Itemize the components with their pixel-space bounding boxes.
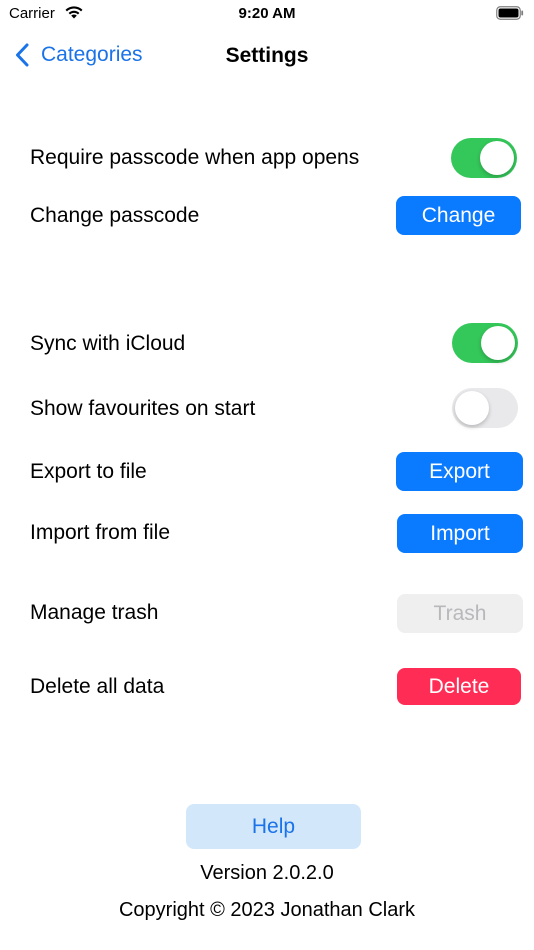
manage-trash-label: Manage trash <box>30 601 159 624</box>
export-button[interactable]: Export <box>396 452 523 491</box>
trash-button[interactable]: Trash <box>397 594 523 633</box>
toggle-knob <box>481 326 515 360</box>
page-title: Settings <box>225 44 309 67</box>
show-favourites-toggle[interactable] <box>452 388 518 428</box>
require-passcode-row: Require passcode when app opens <box>30 136 524 180</box>
toggle-knob <box>455 391 489 425</box>
copyright-label: Copyright © 2023 Jonathan Clark <box>118 899 415 921</box>
change-passcode-label: Change passcode <box>30 204 200 227</box>
show-favourites-row: Show favourites on start <box>30 387 524 431</box>
battery-full-icon <box>496 6 524 20</box>
sync-icloud-toggle[interactable] <box>452 323 518 363</box>
change-passcode-button[interactable]: Change <box>396 196 521 235</box>
status-time: 9:20 AM <box>238 5 296 22</box>
status-bar: Carrier 9:20 AM <box>0 0 534 30</box>
delete-data-row: Delete all data Delete <box>30 665 524 709</box>
toggle-knob <box>480 141 514 175</box>
show-favourites-label: Show favourites on start <box>30 397 256 420</box>
version-label: Version 2.0.2.0 <box>200 862 334 884</box>
sync-icloud-label: Sync with iCloud <box>30 332 186 355</box>
delete-data-label: Delete all data <box>30 675 165 698</box>
import-row: Import from file Import <box>30 511 524 555</box>
help-button[interactable]: Help <box>186 804 361 849</box>
sync-icloud-row: Sync with iCloud <box>30 322 524 366</box>
manage-trash-row: Manage trash Trash <box>30 591 524 635</box>
export-label: Export to file <box>30 460 147 483</box>
import-label: Import from file <box>30 521 171 544</box>
navigation-bar: Categories Settings <box>0 32 534 78</box>
require-passcode-toggle[interactable] <box>451 138 517 178</box>
import-button[interactable]: Import <box>397 514 523 553</box>
export-row: Export to file Export <box>30 450 524 494</box>
delete-button[interactable]: Delete <box>397 668 521 705</box>
require-passcode-label: Require passcode when app opens <box>30 146 360 169</box>
change-passcode-row: Change passcode Change <box>30 194 524 238</box>
